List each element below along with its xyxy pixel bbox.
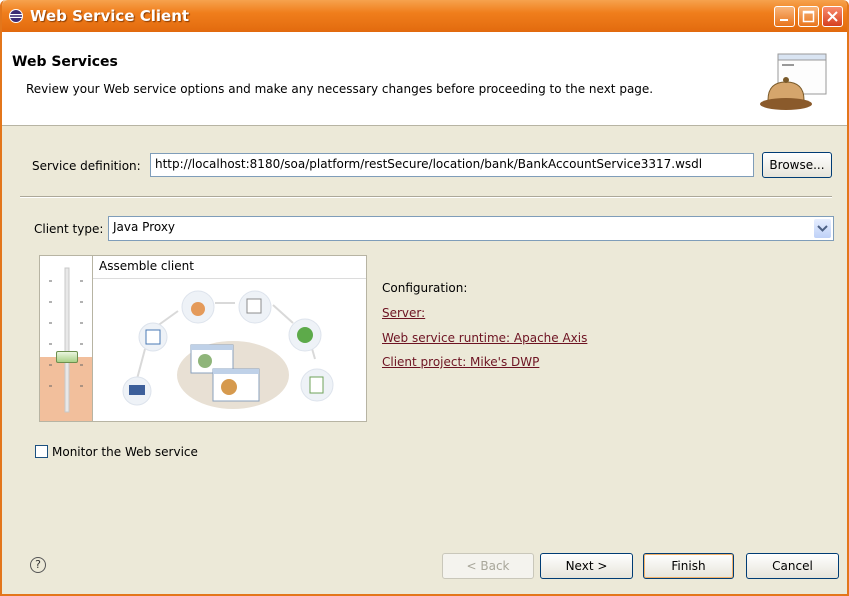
runtime-link[interactable]: Web service runtime: Apache Axis xyxy=(382,331,587,345)
help-glyph: ? xyxy=(35,558,41,571)
cancel-label: Cancel xyxy=(772,559,813,573)
maximize-button[interactable] xyxy=(798,6,819,27)
next-button[interactable]: Next > xyxy=(540,553,633,579)
title-bar[interactable]: Web Service Client xyxy=(2,0,847,32)
back-button[interactable]: < Back xyxy=(442,553,534,579)
page-description: Review your Web service options and make… xyxy=(26,82,654,96)
configuration-label: Configuration: xyxy=(382,281,468,295)
finish-button[interactable]: Finish xyxy=(643,553,734,579)
server-link[interactable]: Server: xyxy=(382,306,425,320)
next-label: Next > xyxy=(565,559,608,573)
client-project-link[interactable]: Client project: Mike's DWP xyxy=(382,355,539,369)
slider-track xyxy=(49,267,83,413)
browse-button[interactable]: Browse... xyxy=(762,152,832,178)
monitor-label: Monitor the Web service xyxy=(52,445,198,459)
monitor-checkbox[interactable] xyxy=(35,445,48,458)
panel-header: Assemble client xyxy=(93,256,366,279)
close-button[interactable] xyxy=(822,6,843,27)
service-definition-value: http://localhost:8180/soa/platform/restS… xyxy=(155,157,703,171)
service-definition-field[interactable]: http://localhost:8180/soa/platform/restS… xyxy=(150,153,754,177)
client-type-label: Client type: xyxy=(34,222,104,236)
web-service-client-window: Web Service Client Web Services Review y… xyxy=(0,0,849,596)
close-icon xyxy=(827,11,838,22)
finish-label: Finish xyxy=(671,559,706,573)
browse-label: Browse... xyxy=(769,158,825,172)
client-level-panel: Assemble client xyxy=(39,255,367,422)
wizard-bell-icon xyxy=(760,53,827,110)
maximize-icon xyxy=(802,10,815,23)
chevron-down-icon xyxy=(817,225,828,232)
minimize-button[interactable] xyxy=(774,6,795,27)
wizard-header: Web Services Review your Web service opt… xyxy=(2,32,847,126)
eclipse-icon xyxy=(9,9,23,23)
panel-heading: Assemble client xyxy=(99,259,194,273)
window-title: Web Service Client xyxy=(30,7,190,25)
separator xyxy=(20,196,832,198)
service-definition-label: Service definition: xyxy=(32,159,141,173)
client-level-slider[interactable] xyxy=(40,256,93,421)
dropdown-button[interactable] xyxy=(814,219,831,238)
assemble-client-diagram xyxy=(122,290,334,409)
slider-thumb[interactable] xyxy=(56,351,78,364)
page-title: Web Services xyxy=(12,54,118,70)
help-icon[interactable]: ? xyxy=(30,557,46,573)
client-type-value: Java Proxy xyxy=(113,220,176,234)
client-type-select[interactable]: Java Proxy xyxy=(108,216,834,241)
back-label: < Back xyxy=(466,559,510,573)
minimize-icon xyxy=(780,19,788,21)
cancel-button[interactable]: Cancel xyxy=(746,553,839,579)
